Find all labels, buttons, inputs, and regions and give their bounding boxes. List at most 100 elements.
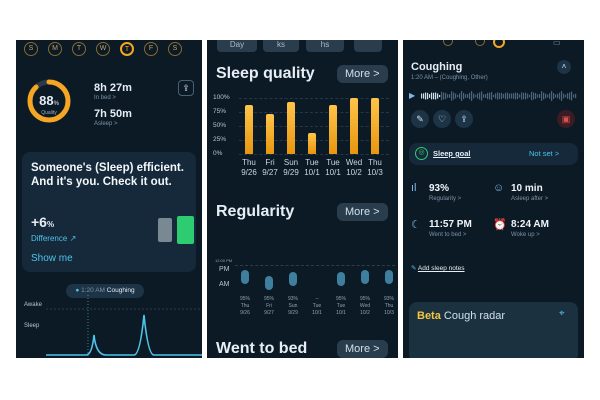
quality-x-label: Thu 10/3 (367, 158, 383, 177)
sleep-quality-more-button[interactable]: More > (337, 65, 388, 83)
waveform-sample (519, 94, 521, 98)
asleep-after-label[interactable]: Asleep after > (511, 196, 548, 202)
time-asleep-label[interactable]: Asleep > (94, 121, 118, 127)
day-selector-2[interactable]: T (72, 42, 86, 56)
day-selector-1[interactable]: M (48, 42, 62, 56)
waveform-sample (543, 92, 545, 100)
show-me-link[interactable]: Show me (31, 253, 73, 264)
time-asleep-value: 7h 50m (94, 108, 132, 120)
time-in-bed-label[interactable]: In bed > (94, 95, 116, 101)
waveform-sample (527, 93, 529, 99)
regularity-more-button[interactable]: More > (337, 203, 388, 221)
wake-time-label[interactable]: Woke up > (511, 232, 540, 238)
quality-bar[interactable] (350, 98, 358, 154)
sleep-goal-label: Sleep goal (433, 149, 471, 158)
tab-weeks[interactable]: ks (263, 40, 299, 52)
waveform-sample (431, 92, 433, 100)
event-subtitle: 1:20 AM – (Coughing, Other) (411, 75, 488, 81)
heart-icon[interactable]: ♡ (433, 110, 451, 128)
calendar-icon[interactable]: ▭ (553, 40, 561, 47)
waveform-sample (429, 94, 431, 98)
sleep-goal-row[interactable]: ◎ Sleep goal Not set > (409, 143, 578, 165)
quality-gridline (239, 112, 389, 113)
went-to-bed-more-button[interactable]: More > (337, 340, 388, 358)
audio-waveform[interactable] (421, 89, 577, 103)
quality-bar[interactable] (308, 133, 316, 154)
hypnogram-y-sleep: Sleep (24, 323, 40, 329)
day-selector-6[interactable]: S (168, 42, 182, 56)
asleep-after-value: 10 min (511, 183, 543, 194)
waveform-sample (467, 94, 469, 98)
waveform-sample (515, 92, 517, 100)
panel-sleep-summary: SMTWTFS 88% Quality 8h 27m In bed > 7h 5… (16, 40, 202, 358)
quality-bar[interactable] (245, 104, 253, 154)
regularity-y-label-top: 12:00 PM (215, 258, 233, 263)
quality-bar[interactable] (287, 101, 295, 154)
tab-day[interactable]: Day (217, 40, 257, 52)
quality-y-tick: 50% (213, 122, 227, 129)
beta-label: Beta (417, 310, 441, 322)
regularity-label[interactable]: Regularity > (429, 196, 461, 202)
waveform-sample (441, 91, 443, 101)
cough-radar-header: Beta Cough radar (417, 310, 505, 322)
play-icon[interactable]: ▶ (409, 91, 415, 100)
bar-chart-icon: ıl (411, 182, 417, 194)
regularity-bar[interactable] (265, 276, 273, 290)
add-notes-row[interactable]: ✎ Add sleep notes (411, 264, 465, 272)
waveform-sample (477, 93, 479, 99)
pencil-icon: ✎ (411, 265, 417, 272)
waveform-sample (489, 92, 491, 100)
bed-time-label[interactable]: Went to bed > (429, 232, 466, 238)
waveform-sample (533, 92, 535, 100)
collapse-chevron-icon[interactable]: ˄ (557, 60, 571, 74)
waveform-sample (573, 94, 575, 98)
bed-time-value: 11:57 PM (429, 219, 472, 230)
waveform-sample (525, 92, 527, 100)
waveform-sample (555, 94, 557, 98)
waveform-sample (521, 92, 523, 100)
regularity-bar[interactable] (385, 270, 393, 284)
regularity-x-label: 93% Sun 9/29 (287, 296, 298, 316)
day-selector-5[interactable]: F (144, 42, 158, 56)
hypnogram-line (46, 314, 202, 356)
difference-value: +6 (31, 214, 47, 230)
trash-icon[interactable]: ▣ (557, 110, 575, 128)
sleep-quality-title: Sleep quality (216, 65, 315, 82)
waveform-sample (433, 92, 435, 100)
waveform-sample (575, 93, 577, 99)
waveform-sample (483, 94, 485, 98)
event-dot-icon: ● (75, 287, 80, 294)
waveform-sample (569, 92, 571, 100)
regularity-x-label: 95% Wed 10/2 (359, 296, 371, 316)
waveform-sample (487, 92, 489, 100)
tab-extra[interactable] (354, 40, 382, 52)
day-selector-4[interactable]: T (120, 42, 134, 56)
waveform-sample (447, 94, 449, 98)
waveform-sample (545, 93, 547, 99)
cough-radar-card[interactable]: Beta Cough radar ⌖ (409, 302, 578, 358)
regularity-x-label: 95% Thu 9/26 (239, 296, 250, 316)
regularity-bar[interactable] (337, 272, 345, 286)
waveform-sample (439, 94, 441, 98)
waveform-sample (493, 94, 495, 98)
regularity-bar[interactable] (289, 272, 297, 286)
day-selector-0[interactable]: S (24, 42, 38, 56)
difference-bar-after (177, 216, 194, 244)
tab-months[interactable]: hs (306, 40, 344, 52)
waveform-sample (449, 94, 451, 98)
quality-bar[interactable] (371, 98, 379, 154)
quality-bar[interactable] (329, 104, 337, 154)
share-icon[interactable]: ⇪ (178, 80, 194, 96)
difference-display: +6% (31, 214, 54, 230)
moon-icon: ☾ (411, 219, 421, 231)
day-selector-3[interactable]: W (96, 42, 110, 56)
waveform-sample (539, 93, 541, 99)
regularity-bar[interactable] (241, 270, 249, 284)
share-icon[interactable]: ⇪ (455, 110, 473, 128)
tag-icon[interactable]: ✎ (411, 110, 429, 128)
regularity-x-label: – Tue 10/1 (312, 296, 322, 316)
quality-bar[interactable] (266, 113, 274, 154)
sleep-goal-value: Not set > (529, 149, 560, 158)
regularity-bar[interactable] (361, 270, 369, 284)
waveform-sample (485, 94, 487, 98)
